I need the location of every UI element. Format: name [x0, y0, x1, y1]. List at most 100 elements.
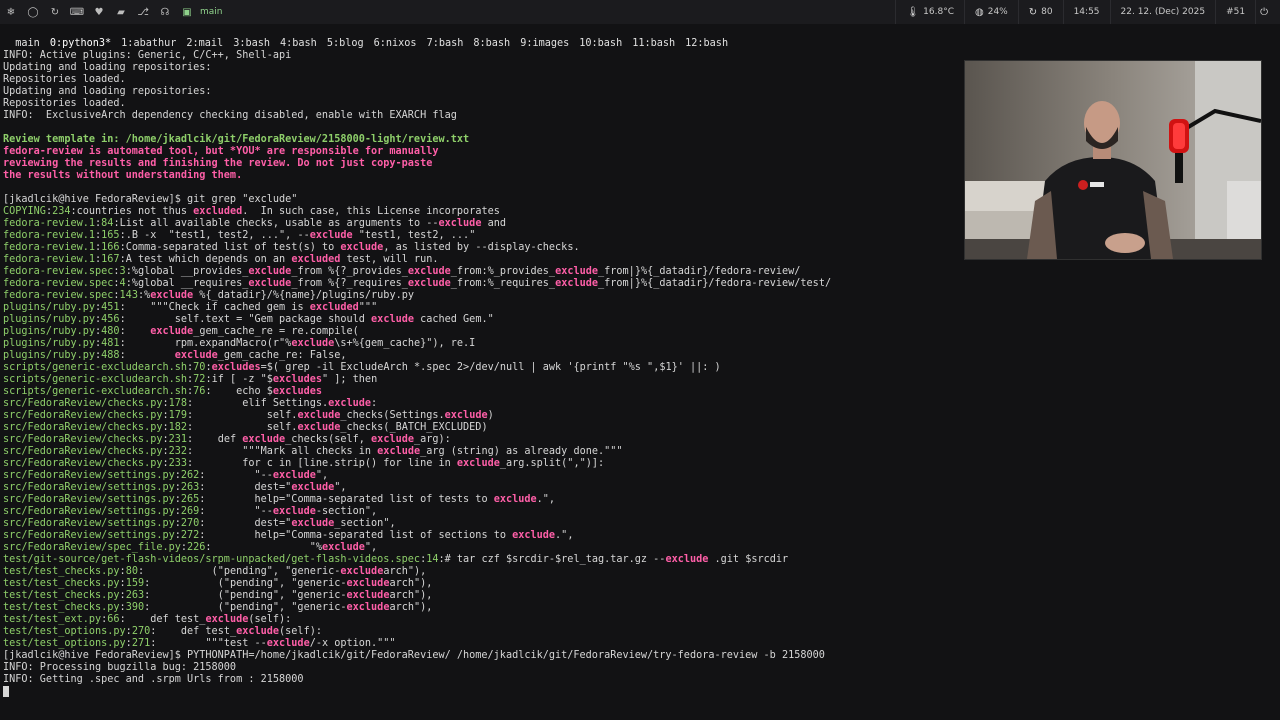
- match-highlight: exclude: [438, 218, 482, 229]
- tmux-window[interactable]: 12:bash: [685, 38, 728, 49]
- grep-file-path: src/FedoraReview/checks.py: [3, 410, 163, 421]
- terminal-line: fedora-review is automated tool, but *YO…: [3, 146, 439, 157]
- heart-icon[interactable]: ♥: [88, 0, 110, 24]
- tmux-status-line: main 0:python3* 1:abathur 2:mail 3:bash 4:bas…: [0, 26, 1280, 49]
- headphones-icon[interactable]: ☊: [154, 0, 176, 24]
- match-highlight: exclude: [407, 278, 451, 289]
- grep-line-number: 72: [193, 374, 206, 385]
- tmux-window[interactable]: 0:python3*: [50, 38, 111, 49]
- terminal-output[interactable]: INFO: Active plugins: Generic, C/C++, Sh…: [3, 50, 953, 698]
- terminal-line: the results without understanding them.: [3, 170, 243, 181]
- terminal-icon[interactable]: ▣: [176, 0, 198, 24]
- grep-line-number: 70: [193, 362, 206, 373]
- grep-result-line: test/test_checks.py:159: ("pending", "ge…: [3, 578, 433, 589]
- grep-result-line: plugins/ruby.py:451: """Check if cached …: [3, 302, 378, 313]
- updates-widget[interactable]: ↻ 80: [1017, 0, 1063, 24]
- grep-result-line: src/FedoraReview/checks.py:231: def excl…: [3, 434, 451, 445]
- match-highlight: exclude: [291, 338, 335, 349]
- tmux-session-name: main: [15, 38, 40, 49]
- grep-line-number: 233: [168, 458, 188, 469]
- grep-result-line: src/FedoraReview/settings.py:269: "--exc…: [3, 506, 378, 517]
- match-highlight: exclude: [291, 482, 335, 493]
- tmux-window[interactable]: 5:blog: [327, 38, 364, 49]
- grep-line-number: 270: [180, 518, 200, 529]
- grep-file-path: fedora-review.1: [3, 242, 96, 253]
- grep-line-number: 480: [101, 326, 120, 337]
- match-highlight: exclude: [555, 266, 599, 277]
- grep-line-number: 226: [187, 542, 206, 553]
- match-highlight: exclude: [309, 230, 353, 241]
- cpu-icon: ◍: [974, 6, 984, 18]
- match-highlight: excluded: [193, 206, 243, 217]
- tmux-window[interactable]: 1:abathur: [121, 38, 176, 49]
- grep-line-number: 451: [101, 302, 120, 313]
- status-area: 🌡 16.8°C ◍ 24% ↻ 80 14:55 22. 12. (Dec) …: [895, 0, 1272, 24]
- terminal-line: Review template in: /home/jkadlcik/git/F…: [3, 134, 470, 145]
- grep-file-path: fedora-review.1: [3, 218, 96, 229]
- grep-line-number: 481: [101, 338, 120, 349]
- terminal-line: Updating and loading repositories:: [3, 86, 212, 97]
- grep-file-path: src/FedoraReview/spec_file.py: [3, 542, 181, 553]
- os-logo-icon[interactable]: ❄: [0, 0, 22, 24]
- grep-file-path: src/FedoraReview/settings.py: [3, 530, 175, 541]
- grep-file-path: src/FedoraReview/checks.py: [3, 398, 163, 409]
- grep-line-number: 165: [101, 230, 120, 241]
- grep-line-number: 14: [426, 554, 439, 565]
- match-highlight: exclude: [407, 266, 451, 277]
- tmux-window[interactable]: 11:bash: [632, 38, 675, 49]
- match-highlight: exclude: [174, 350, 218, 361]
- grep-result-line: scripts/generic-excludearch.sh:70:exclud…: [3, 362, 721, 373]
- tmux-window[interactable]: 7:bash: [427, 38, 464, 49]
- tmux-window[interactable]: 2:mail: [186, 38, 223, 49]
- terminal-line: INFO: Getting .spec and .srpm Urls from …: [3, 674, 304, 685]
- power-widget[interactable]: ⏻: [1255, 0, 1272, 24]
- workspace-number-widget[interactable]: #51: [1215, 0, 1255, 24]
- grep-file-path: test/test_options.py: [3, 626, 126, 637]
- grep-file-path: plugins/ruby.py: [3, 314, 96, 325]
- match-highlight: exclude: [346, 602, 390, 613]
- grep-line-number: 84: [101, 218, 114, 229]
- grep-line-number: 80: [125, 566, 138, 577]
- grep-file-path: fedora-review.spec: [3, 290, 114, 301]
- grep-file-path: plugins/ruby.py: [3, 350, 96, 361]
- match-highlight: exclude: [272, 470, 316, 481]
- tmux-window[interactable]: 3:bash: [233, 38, 270, 49]
- temperature-widget[interactable]: 🌡 16.8°C: [895, 0, 964, 24]
- grep-result-line: test/git-source/get-flash-videos/srpm-un…: [3, 554, 789, 565]
- grep-result-line: scripts/generic-excludearch.sh:72:if [ -…: [3, 374, 378, 385]
- grep-file-path: plugins/ruby.py: [3, 338, 96, 349]
- grep-result-line: fedora-review.1:165:.B -x "test1, test2,…: [3, 230, 476, 241]
- tmux-window[interactable]: 9:images: [520, 38, 569, 49]
- match-highlight: excludes: [211, 362, 261, 373]
- tmux-window[interactable]: 8:bash: [473, 38, 510, 49]
- match-highlight: exclude: [665, 554, 709, 565]
- chat-icon[interactable]: ◯: [22, 0, 44, 24]
- grep-line-number: 270: [131, 626, 151, 637]
- tmux-window[interactable]: 4:bash: [280, 38, 317, 49]
- grep-line-number: 456: [101, 314, 120, 325]
- date-value: 22. 12. (Dec) 2025: [1120, 7, 1206, 17]
- clock-widget[interactable]: 14:55: [1062, 0, 1110, 24]
- terminal-line: INFO: Processing bugzilla bug: 2158000: [3, 662, 237, 673]
- grep-file-path: src/FedoraReview/checks.py: [3, 422, 163, 433]
- cpu-widget[interactable]: ◍ 24%: [963, 0, 1018, 24]
- keyboard-icon[interactable]: ⌨: [66, 0, 88, 24]
- grep-result-line: test/test_ext.py:66: def test_exclude(se…: [3, 614, 292, 625]
- workspace-name[interactable]: main: [200, 7, 223, 17]
- match-highlight: exclude: [297, 410, 341, 421]
- grep-file-path: src/FedoraReview/settings.py: [3, 482, 175, 493]
- grep-line-number: 4: [119, 278, 126, 289]
- match-highlight: exclude: [236, 626, 280, 637]
- match-highlight: excludes: [272, 374, 322, 385]
- grep-line-number: 182: [168, 422, 188, 433]
- tmux-window[interactable]: 10:bash: [579, 38, 622, 49]
- grep-result-line: src/FedoraReview/checks.py:232: """Mark …: [3, 446, 623, 457]
- folder-icon[interactable]: ▰: [110, 0, 132, 24]
- match-highlight: exclude: [340, 566, 384, 577]
- git-icon[interactable]: ⎇: [132, 0, 154, 24]
- grep-file-path: src/FedoraReview/checks.py: [3, 458, 163, 469]
- tmux-window[interactable]: 6:nixos: [374, 38, 417, 49]
- refresh-icon[interactable]: ↻: [44, 0, 66, 24]
- match-highlight: exclude: [346, 590, 390, 601]
- date-widget[interactable]: 22. 12. (Dec) 2025: [1109, 0, 1216, 24]
